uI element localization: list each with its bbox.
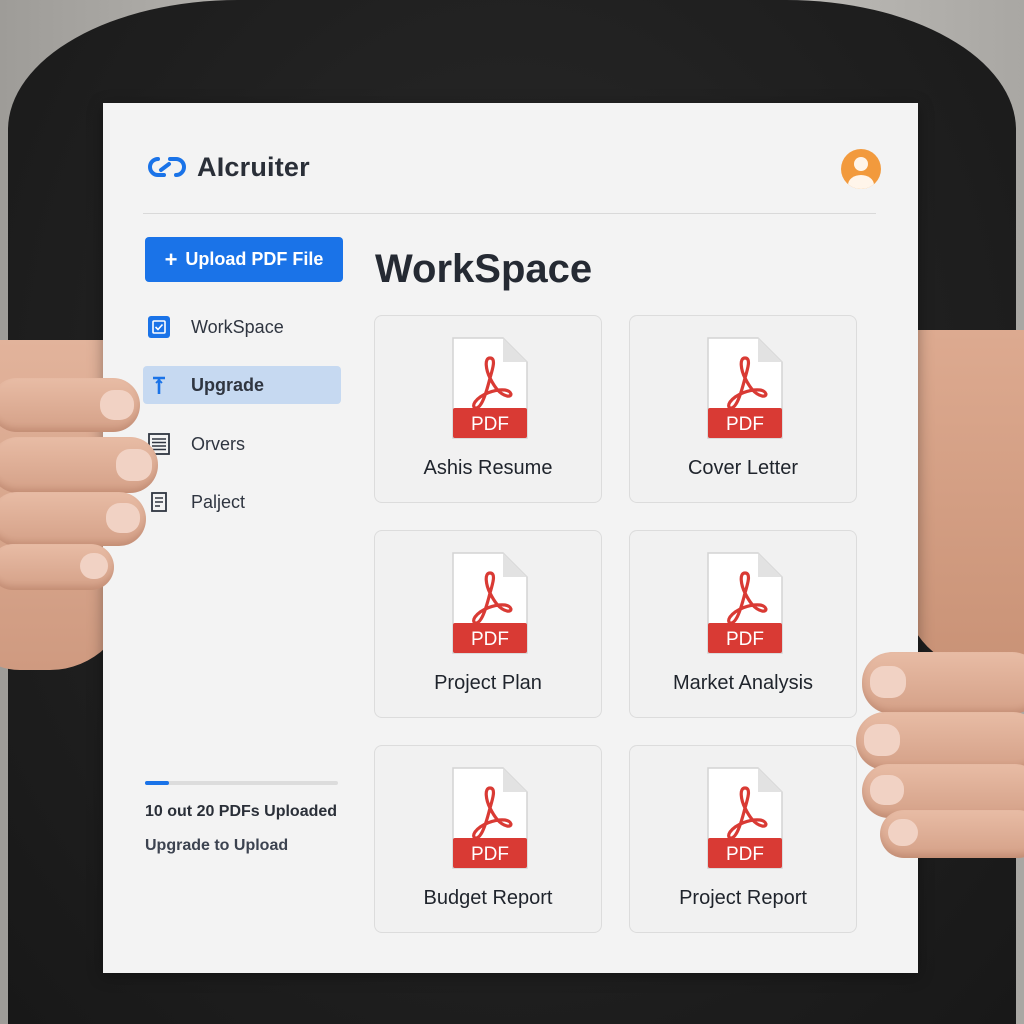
infinity-logo-icon xyxy=(148,157,186,177)
pdf-file-icon: PDF xyxy=(707,337,783,439)
svg-text:PDF: PDF xyxy=(471,844,509,865)
sidebar-item-orvers[interactable]: Orvers xyxy=(143,425,341,463)
app-window: AIcruiter + Upload PDF File WorkSpace Up… xyxy=(103,103,918,973)
file-name: Cover Letter xyxy=(687,457,799,479)
left-finger-4 xyxy=(0,544,114,590)
upload-progress-bar xyxy=(145,781,338,785)
sidebar-item-upgrade[interactable]: Upgrade xyxy=(143,366,341,404)
svg-text:PDF: PDF xyxy=(471,414,509,435)
brand-name: AIcruiter xyxy=(197,152,310,182)
pdf-file-icon: PDF xyxy=(707,767,783,869)
sidebar-item-label: Orvers xyxy=(191,433,245,454)
file-name: Project Plan xyxy=(434,672,542,694)
upgrade-icon xyxy=(147,373,171,397)
file-card[interactable]: PDF Market Analysis xyxy=(629,530,857,718)
app-header: AIcruiter xyxy=(143,149,881,189)
upload-button-label: Upload PDF File xyxy=(185,249,324,269)
page-title: WorkSpace xyxy=(375,247,593,291)
svg-text:PDF: PDF xyxy=(726,414,764,435)
pdf-file-icon: PDF xyxy=(707,552,783,654)
file-card[interactable]: PDF Cover Letter xyxy=(629,315,857,503)
sidebar-item-palject[interactable]: Palject xyxy=(143,483,341,521)
right-finger-2 xyxy=(856,712,1024,770)
header-divider xyxy=(143,213,876,214)
sidebar-item-label: WorkSpace xyxy=(191,316,284,337)
svg-text:PDF: PDF xyxy=(726,844,764,865)
file-name: Ashis Resume xyxy=(423,457,553,479)
file-name: Budget Report xyxy=(423,887,553,909)
workspace-icon xyxy=(147,315,171,339)
user-avatar[interactable] xyxy=(841,149,881,189)
sidebar-item-label: Upgrade xyxy=(191,374,265,395)
right-finger-4 xyxy=(880,810,1024,858)
left-finger-2 xyxy=(0,437,158,493)
pdf-file-icon: PDF xyxy=(452,767,528,869)
file-card[interactable]: PDF Project Report xyxy=(629,745,857,933)
document-icon xyxy=(147,490,171,514)
plus-icon: + xyxy=(164,246,178,272)
file-card[interactable]: PDF Budget Report xyxy=(374,745,602,933)
pdf-file-icon: PDF xyxy=(452,337,528,439)
file-card[interactable]: PDF Project Plan xyxy=(374,530,602,718)
right-finger-1 xyxy=(862,652,1024,714)
upload-count-text: 10 out 20 PDFs Uploaded xyxy=(145,803,338,820)
left-finger-1 xyxy=(0,378,140,432)
upload-progress-fill xyxy=(145,781,170,785)
sidebar-item-workspace[interactable]: WorkSpace xyxy=(143,308,341,346)
file-name: Market Analysis xyxy=(672,672,814,694)
upload-pdf-button[interactable]: + Upload PDF File xyxy=(145,237,343,282)
sidebar-item-label: Palject xyxy=(191,491,246,512)
svg-text:PDF: PDF xyxy=(726,629,764,650)
left-finger-3 xyxy=(0,492,146,546)
file-card[interactable]: PDF Ashis Resume xyxy=(374,315,602,503)
right-arm xyxy=(904,330,1024,670)
person-icon xyxy=(848,157,874,189)
file-name: Project Report xyxy=(679,887,807,909)
upgrade-to-upload-link[interactable]: Upgrade to Upload xyxy=(145,837,288,855)
svg-text:PDF: PDF xyxy=(471,629,509,650)
pdf-file-icon: PDF xyxy=(452,552,528,654)
